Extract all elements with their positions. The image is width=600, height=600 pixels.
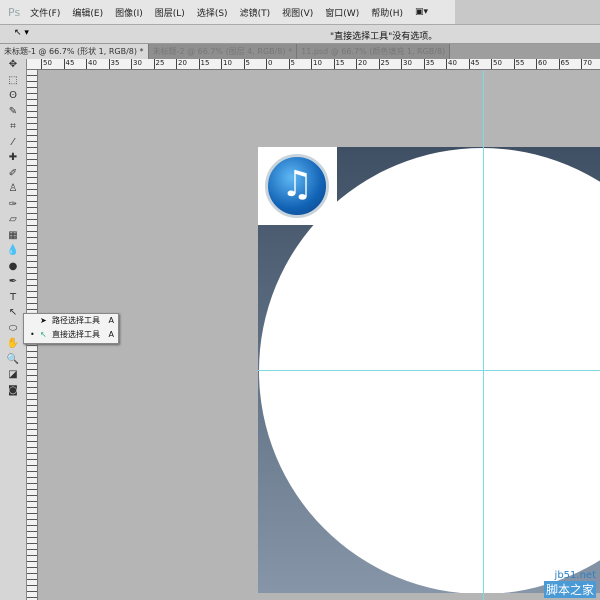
flyout-item-direct-selection[interactable]: • ↖ 直接选择工具 A — [24, 328, 118, 342]
ruler-tick-label: 35 — [108, 59, 119, 69]
tool-flyout-menu: ➤ 路径选择工具 A • ↖ 直接选择工具 A — [23, 313, 119, 344]
tab-doc-3[interactable]: 11.psd @ 66.7% (颜色填充 1, RGB/8) — [297, 44, 451, 59]
flyout-shortcut: A — [108, 316, 114, 325]
direct-selection-icon: ↖ — [40, 330, 47, 339]
workspace-icon[interactable]: ▣▾ — [415, 7, 428, 17]
ruler-tick-label: 25 — [153, 59, 164, 69]
move-tool-icon[interactable]: ✥ — [0, 59, 26, 75]
gradient-tool-icon[interactable]: ▦ — [0, 230, 26, 246]
lasso-tool-icon[interactable]: ʘ — [0, 90, 26, 106]
horizontal-guide[interactable] — [258, 370, 600, 371]
menu-filter[interactable]: 滤镜(T) — [240, 6, 271, 19]
ruler-tick-label: 50 — [41, 59, 52, 69]
title-bar-blank — [455, 0, 600, 24]
tool-preset-picker[interactable]: ↖ ▾ — [14, 28, 29, 38]
zoom-tool-icon[interactable]: 🔍 — [0, 354, 26, 370]
eyedropper-tool-icon[interactable]: ⁄ — [0, 137, 26, 153]
ruler-tick-label: 65 — [558, 59, 569, 69]
ruler-tick-label: 60 — [536, 59, 547, 69]
ruler-tick-label: 10 — [221, 59, 232, 69]
horizontal-ruler: 50 45 40 35 30 25 20 15 10 5 0 5 10 15 20 25 30 35 40 45 50 5… — [27, 59, 600, 70]
flyout-item-path-selection[interactable]: ➤ 路径选择工具 A — [24, 314, 118, 328]
ruler-tick-label: 20 — [176, 59, 187, 69]
photoshop-logo: Ps — [8, 5, 21, 19]
menu-view[interactable]: 视图(V) — [282, 6, 313, 19]
ruler-tick-label: 45 — [63, 59, 74, 69]
quick-mask-icon[interactable]: ◙ — [0, 385, 26, 401]
dodge-tool-icon[interactable]: ● — [0, 261, 26, 277]
ruler-tick-label: 30 — [131, 59, 142, 69]
flyout-label: 路径选择工具 — [52, 316, 100, 325]
icon-thumbnail: ♫ — [258, 147, 337, 225]
options-bar: ↖ ▾ "直接选择工具"没有选项。 — [0, 24, 600, 44]
document-tabs: 未标题-1 @ 66.7% (形状 1, RGB/8) * 未标题-2 @ 66… — [0, 44, 600, 59]
ruler-tick-label: 70 — [581, 59, 592, 69]
options-hint: "直接选择工具"没有选项。 — [330, 32, 438, 42]
blur-tool-icon[interactable]: 💧 — [0, 245, 26, 261]
menu-file[interactable]: 文件(F) — [30, 6, 60, 19]
ruler-tick-label: 50 — [491, 59, 502, 69]
type-tool-icon[interactable]: T — [0, 292, 26, 308]
watermark: jb51.net 脚本之家 — [543, 570, 596, 598]
itunes-note-icon: ♫ — [265, 154, 329, 218]
pen-tool-icon[interactable]: ✒ — [0, 276, 26, 292]
ruler-tick-label: 30 — [401, 59, 412, 69]
ruler-tick-label: 20 — [356, 59, 367, 69]
ruler-tick-label: 40 — [446, 59, 457, 69]
menu-bar: Ps 文件(F) 编辑(E) 图像(I) 图层(L) 选择(S) 滤镜(T) 视… — [0, 0, 600, 24]
ruler-tick-label: 15 — [333, 59, 344, 69]
ruler-tick-label: 5 — [243, 59, 250, 69]
watermark-site: jb51.net — [554, 570, 596, 581]
ruler-tick-label: 40 — [86, 59, 97, 69]
history-brush-icon[interactable]: ✑ — [0, 199, 26, 215]
eraser-tool-icon[interactable]: ▱ — [0, 214, 26, 230]
quick-select-tool-icon[interactable]: ✎ — [0, 106, 26, 122]
ruler-tick-label: 25 — [378, 59, 389, 69]
flyout-shortcut: A — [108, 330, 114, 339]
ruler-tick-label: 0 — [266, 59, 272, 69]
ruler-tick-label: 35 — [423, 59, 434, 69]
ruler-tick-label: 45 — [468, 59, 479, 69]
menu-window[interactable]: 窗口(W) — [325, 6, 359, 19]
brush-tool-icon[interactable]: ✐ — [0, 168, 26, 184]
menu-image[interactable]: 图像(I) — [115, 6, 143, 19]
path-selection-icon: ➤ — [40, 316, 47, 325]
selected-dot-icon: • — [30, 330, 35, 339]
menu-layer[interactable]: 图层(L) — [155, 6, 185, 19]
menu-edit[interactable]: 编辑(E) — [72, 6, 103, 19]
flyout-label: 直接选择工具 — [52, 330, 100, 339]
vertical-guide[interactable] — [483, 70, 484, 600]
color-swatches-icon[interactable]: ◪ — [0, 369, 26, 385]
watermark-brand: 脚本之家 — [543, 581, 596, 598]
ruler-tick-label: 10 — [311, 59, 322, 69]
marquee-tool-icon[interactable]: ⬚ — [0, 75, 26, 91]
tab-doc-2[interactable]: 未标题-2 @ 66.7% (图层 4, RGB/8) * — [148, 44, 298, 59]
healing-tool-icon[interactable]: ✚ — [0, 152, 26, 168]
ruler-tick-label: 55 — [513, 59, 524, 69]
menu-help[interactable]: 帮助(H) — [371, 6, 403, 19]
menu-select[interactable]: 选择(S) — [197, 6, 228, 19]
tab-doc-1[interactable]: 未标题-1 @ 66.7% (形状 1, RGB/8) * — [0, 44, 149, 59]
ruler-tick-label: 5 — [288, 59, 295, 69]
stamp-tool-icon[interactable]: ♙ — [0, 183, 26, 199]
crop-tool-icon[interactable]: ⌗ — [0, 121, 26, 137]
ruler-tick-label: 15 — [198, 59, 209, 69]
